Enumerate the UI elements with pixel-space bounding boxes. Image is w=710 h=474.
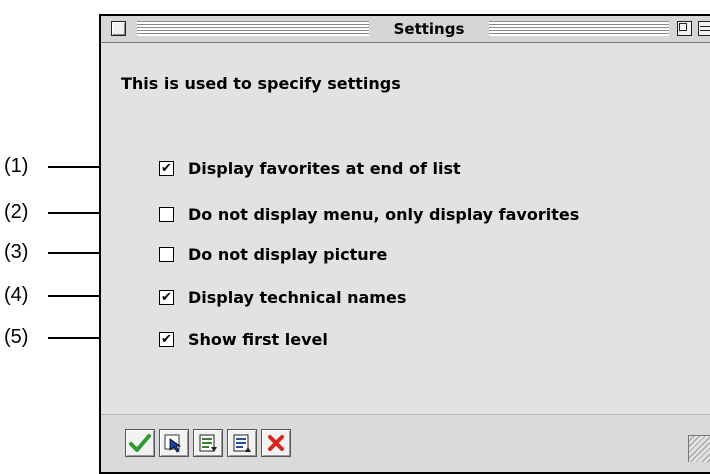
title-bar-stripes-right — [489, 21, 669, 36]
checkbox-no-picture[interactable] — [159, 246, 174, 262]
callout-label-4: (4) — [4, 284, 29, 306]
save-document-icon — [199, 434, 217, 452]
option-favorites-at-end[interactable]: ✔ Display favorites at end of list — [159, 156, 461, 180]
load-document-icon — [233, 434, 251, 452]
checkmark-icon — [129, 434, 151, 452]
title-bar[interactable]: Settings — [101, 16, 710, 43]
callout-label-2: (2) — [4, 201, 29, 223]
confirm-button[interactable] — [125, 429, 155, 457]
option-show-first-level[interactable]: ✔ Show first level — [159, 327, 328, 351]
settings-description: This is used to specify settings — [121, 74, 401, 93]
title-bar-stripes-left — [137, 21, 369, 36]
callout-label-5: (5) — [4, 326, 29, 348]
settings-window: Settings This is used to specify setting… — [99, 14, 710, 474]
select-pointer-icon — [164, 434, 182, 453]
option-no-picture[interactable]: Do not display picture — [159, 242, 387, 266]
window-title: Settings — [393, 20, 465, 38]
window-footer — [101, 414, 710, 472]
zoom-box-icon[interactable] — [677, 21, 692, 36]
option-label: Do not display menu, only display favori… — [188, 204, 580, 224]
option-technical-names[interactable]: ✔ Display technical names — [159, 285, 406, 309]
cancel-x-icon — [268, 435, 284, 451]
checkbox-no-menu-only-favorites[interactable] — [159, 206, 174, 222]
option-label: Show first level — [188, 329, 328, 349]
callout-label-1: (1) — [4, 155, 29, 177]
option-label: Display favorites at end of list — [188, 158, 461, 178]
option-no-menu-only-favorites[interactable]: Do not display menu, only display favori… — [159, 202, 579, 226]
collapse-box-icon[interactable] — [698, 21, 710, 36]
resize-grip-icon[interactable] — [688, 435, 710, 462]
callout-label-3: (3) — [4, 241, 29, 263]
close-box-icon[interactable] — [111, 21, 126, 36]
select-button[interactable] — [159, 429, 189, 457]
option-label: Do not display picture — [188, 244, 388, 264]
checkbox-show-first-level[interactable]: ✔ — [159, 331, 174, 347]
footer-toolbar — [125, 429, 295, 457]
checkbox-technical-names[interactable]: ✔ — [159, 289, 174, 305]
load-settings-button[interactable] — [227, 429, 257, 457]
cancel-button[interactable] — [261, 429, 291, 457]
option-label: Display technical names — [188, 287, 407, 307]
save-settings-button[interactable] — [193, 429, 223, 457]
checkbox-favorites-at-end[interactable]: ✔ — [159, 160, 174, 176]
